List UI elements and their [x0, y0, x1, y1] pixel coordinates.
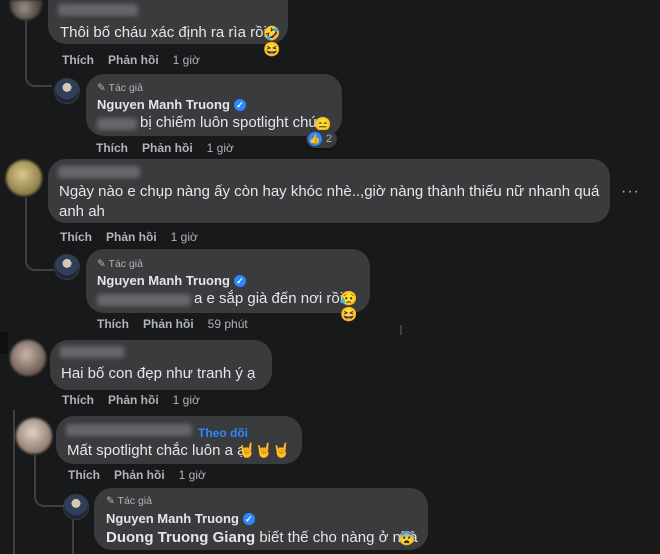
timestamp[interactable]: 1 giờ	[179, 468, 206, 482]
author-avatar[interactable]	[63, 494, 89, 520]
emoji: 🤘🤘🤘	[238, 442, 291, 458]
author-badge-label: Tác giả	[108, 82, 143, 94]
comment-actions: Thích Phản hồi 1 giờ	[60, 230, 212, 244]
reply-text: a e sắp già đến nơi rồi	[194, 290, 344, 307]
author-badge: ✎ Tác giả	[106, 495, 152, 507]
reply-actions: Thích Phản hồi 1 giờ	[96, 141, 248, 155]
verified-icon: ✓	[233, 99, 246, 111]
reply-button[interactable]: Phản hồi	[108, 393, 159, 407]
avatar[interactable]	[10, 340, 46, 376]
comment-text: Mất spotlight chắc luôn a ạ	[67, 442, 246, 459]
author-name-text: Nguyen Manh Truong	[97, 97, 230, 112]
comment-text: Hai bố con đẹp như tranh ý ạ	[61, 365, 256, 382]
follow-link[interactable]: Theo dõi	[198, 426, 248, 440]
author-badge: ✎ Tác giả	[97, 82, 143, 94]
blurred-mention	[97, 294, 191, 306]
reply-text-body: biết thế cho nàng ở nhà	[255, 529, 418, 546]
pencil-icon: ✎	[97, 258, 109, 270]
like-button[interactable]: Thích	[60, 230, 92, 244]
verified-icon: ✓	[242, 513, 255, 525]
emoji: 🤣 😆	[263, 25, 281, 57]
reply-actions: Thích Phản hồi 59 phút	[97, 317, 262, 331]
timestamp[interactable]: 1 giờ	[173, 53, 200, 67]
avatar[interactable]	[16, 418, 52, 454]
pencil-icon: ✎	[106, 495, 118, 507]
timestamp[interactable]: 1 giờ	[207, 141, 234, 155]
thread-line	[25, 20, 27, 65]
author-avatar[interactable]	[54, 78, 80, 104]
emoji: 😨	[398, 530, 416, 546]
timestamp[interactable]: 1 giờ	[173, 393, 200, 407]
thread-line	[13, 410, 15, 554]
like-button[interactable]: Thích	[97, 317, 129, 331]
pencil-icon: ✎	[97, 82, 109, 94]
thread-line	[34, 455, 36, 495]
verified-icon: ✓	[233, 275, 246, 287]
author-badge-label: Tác giả	[117, 495, 152, 507]
author-badge: ✎ Tác giả	[97, 258, 143, 270]
timestamp[interactable]: 59 phút	[208, 317, 248, 331]
reply-text: bị chiếm luôn spotlight chứ	[140, 114, 319, 131]
reply-button[interactable]: Phản hồi	[143, 317, 194, 331]
author-badge-label: Tác giả	[108, 258, 143, 270]
thread-line	[400, 325, 402, 335]
more-options-button[interactable]: ···	[621, 183, 640, 201]
like-button[interactable]: Thích	[68, 468, 100, 482]
author-avatar[interactable]	[54, 254, 80, 280]
blurred-name	[58, 4, 138, 16]
blurred-name	[60, 346, 124, 358]
comment-text: Thôi bố cháu xác định ra rìa rồi	[60, 24, 267, 41]
thread-connector	[25, 65, 52, 87]
comment-actions: Thích Phản hồi 1 giờ	[68, 468, 220, 482]
thread-line	[72, 518, 74, 554]
thread-line	[25, 198, 27, 253]
like-icon: 👍	[308, 132, 322, 146]
author-name-text: Nguyen Manh Truong	[97, 273, 230, 288]
comment-text-line1: Ngày nào e chụp nàng ấy còn hay khóc nhè…	[59, 183, 600, 200]
thread-connector	[25, 253, 54, 271]
like-button[interactable]: Thích	[96, 141, 128, 155]
blurred-name	[58, 166, 140, 178]
avatar[interactable]	[6, 160, 42, 196]
reply-button[interactable]: Phản hồi	[108, 53, 159, 67]
author-name[interactable]: Nguyen Manh Truong ✓	[106, 511, 255, 526]
reply-button[interactable]: Phản hồi	[106, 230, 157, 244]
follow-link-text: Theo dõi	[198, 426, 248, 440]
comment-actions: Thích Phản hồi 1 giờ	[62, 393, 214, 407]
reply-button[interactable]: Phản hồi	[142, 141, 193, 155]
comment-text-line2: anh ah	[59, 203, 105, 220]
author-name-text: Nguyen Manh Truong	[106, 511, 239, 526]
author-name[interactable]: Nguyen Manh Truong ✓	[97, 97, 246, 112]
section-divider	[0, 332, 8, 354]
like-button[interactable]: Thích	[62, 53, 94, 67]
comment-actions: Thích Phản hồi 1 giờ	[62, 53, 214, 67]
blurred-mention	[97, 118, 137, 130]
avatar[interactable]	[10, 0, 42, 20]
timestamp[interactable]: 1 giờ	[171, 230, 198, 244]
reply-text: Duong Truong Giang biết thế cho nàng ở n…	[106, 529, 418, 546]
emoji: 😥 😆	[340, 290, 358, 322]
like-button[interactable]: Thích	[62, 393, 94, 407]
reaction-count-value: 2	[326, 133, 333, 145]
author-name[interactable]: Nguyen Manh Truong ✓	[97, 273, 246, 288]
reply-button[interactable]: Phản hồi	[114, 468, 165, 482]
reaction-count[interactable]: 👍 2	[306, 130, 338, 148]
mention-link[interactable]: Duong Truong Giang	[106, 529, 255, 546]
thread-connector	[34, 495, 64, 507]
blurred-name	[66, 424, 192, 436]
